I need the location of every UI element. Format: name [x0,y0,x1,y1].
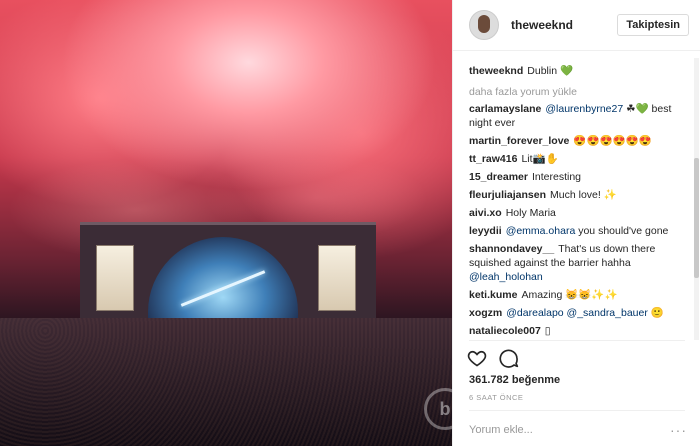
comment-text: 🙂 [650,307,664,319]
likes-count[interactable]: 361.782 beğenme [469,374,560,386]
concert-stage [80,222,376,323]
comment-username[interactable]: xogzm [469,307,502,319]
more-options-icon[interactable]: ··· [670,422,687,438]
comment-list: theweeknd Dublin 💚 daha fazla yorum yükle… [453,58,685,340]
crowd [0,318,452,446]
comment-item: 15_dreamer Interesting [469,170,685,184]
comment-text: Lit📸✋ [521,153,559,165]
comment-item: xogzm @darealapo @_sandra_bauer 🙂 [469,306,685,320]
avatar[interactable] [469,10,499,40]
caption-text: Dublin 💚 [527,65,574,77]
comment-bubble-icon[interactable] [499,348,519,368]
header-username[interactable]: theweeknd [511,18,617,32]
caption: theweeknd Dublin 💚 [469,64,685,78]
divider [469,410,685,411]
comment-item: tt_raw416 Lit📸✋ [469,152,685,166]
stage-screen-left [96,245,134,311]
post-side-panel: theweeknd Takiptesin theweeknd Dublin 💚 d… [452,0,700,446]
comment-username[interactable]: martin_forever_love [469,135,569,147]
comment-username[interactable]: aivi.xo [469,207,502,219]
comment-username[interactable]: nataliecole007 [469,325,541,337]
comment-item: martin_forever_love 😍😍😍😍😍😍 [469,134,685,148]
comment-username[interactable]: tt_raw416 [469,153,517,165]
stage-screen-right [318,245,356,311]
load-more-comments[interactable]: daha fazla yorum yükle [469,86,685,98]
comments-scrollbar[interactable] [694,58,699,340]
caption-username[interactable]: theweeknd [469,65,523,77]
comment-text: Amazing 😸😸✨✨ [521,289,618,301]
comment-text: 😍😍😍😍😍😍 [573,135,652,147]
comment-username[interactable]: 15_dreamer [469,171,528,183]
comment-mention[interactable]: @emma.ohara [506,225,576,237]
post-photo[interactable]: b [0,0,452,446]
post-header: theweeknd Takiptesin [453,0,700,51]
comment-text: ▯ [544,325,551,337]
stage-arch [148,237,298,323]
scrollbar-thumb[interactable] [694,158,699,278]
comment-item: leyydii @emma.ohara you should've gone [469,224,685,238]
comment-text: you should've gone [578,225,669,237]
comment-text: Holy Maria [505,207,556,219]
comment-username[interactable]: carlamayslane [469,103,541,115]
comment-mention[interactable]: @laurenbyrne27 [545,103,623,115]
post-actions [467,348,519,368]
post-timestamp: 6 SAAT ÖNCE [469,393,524,402]
comment-item: shannondavey__ That's us down there squis… [469,242,685,284]
comment-mention[interactable]: @darealapo @_sandra_bauer [506,307,648,319]
comment-item: aivi.xo Holy Maria [469,206,685,220]
comment-username[interactable]: keti.kume [469,289,517,301]
comment-text: Interesting [531,171,581,183]
comment-item: nataliecole007 ▯ [469,324,685,338]
following-button[interactable]: Takiptesin [617,14,689,36]
add-comment-input[interactable] [469,424,669,436]
heart-icon[interactable] [467,348,487,368]
comment-username[interactable]: fleurjuliajansen [469,189,546,201]
comment-username[interactable]: shannondavey__ [469,243,554,255]
divider [469,340,685,341]
comment-mention[interactable]: @leah_holohan [469,271,543,283]
comment-item: keti.kume Amazing 😸😸✨✨ [469,288,685,302]
stage-light-beam [180,270,266,307]
comment-item: fleurjuliajansen Much love! ✨ [469,188,685,202]
comment-item: carlamayslane @laurenbyrne27 ☘💚 best nigh… [469,102,685,130]
comment-username[interactable]: leyydii [469,225,502,237]
comment-text: Much love! ✨ [550,189,617,201]
